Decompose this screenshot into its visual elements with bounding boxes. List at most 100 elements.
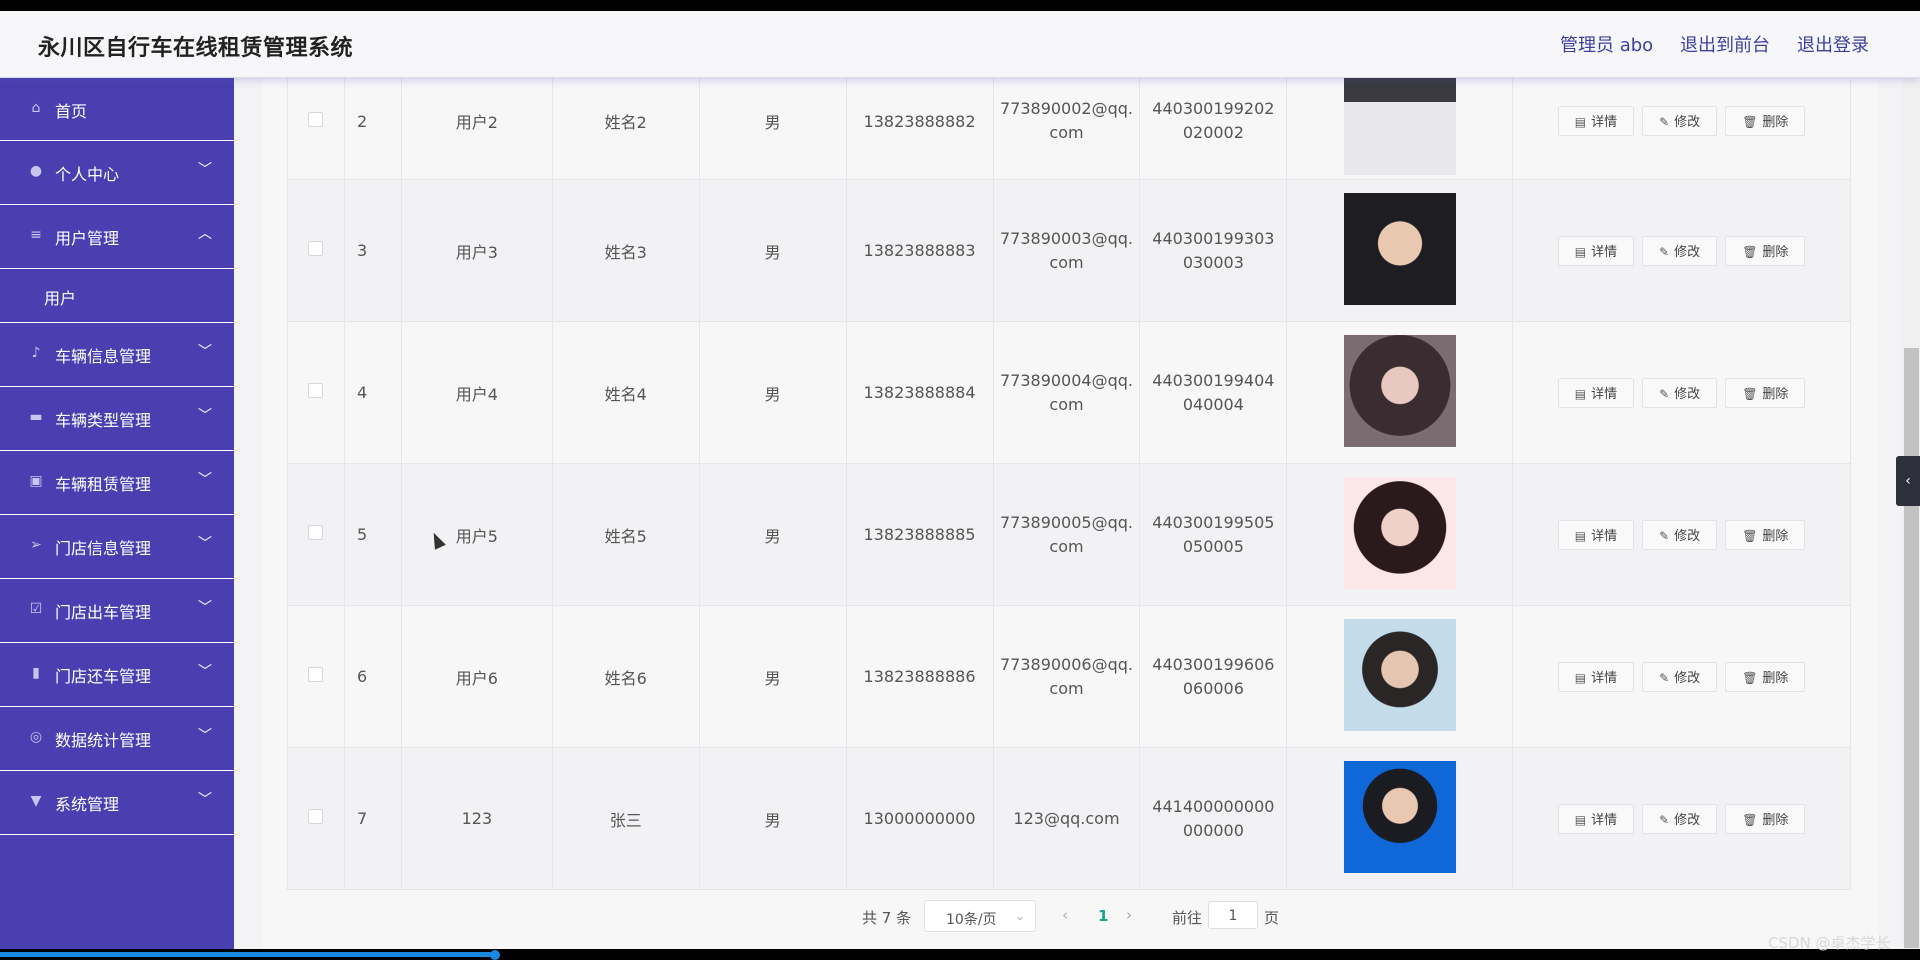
detail-button[interactable]: ▤ 详情 (1557, 106, 1635, 136)
edit-button[interactable]: ✎ 修改 (1642, 803, 1718, 834)
edit-button[interactable]: ✎ 修改 (1642, 661, 1718, 692)
user-photo[interactable] (1343, 476, 1456, 589)
page-suffix: 页 (1264, 909, 1280, 927)
detail-button[interactable]: ▤ 详情 (1557, 377, 1635, 408)
mic-icon: ♪ (31, 345, 41, 361)
row-checkbox[interactable] (308, 111, 324, 127)
detail-button[interactable]: ▤ 详情 (1557, 519, 1635, 550)
trash-icon: 🗑 (1742, 115, 1758, 129)
sidebar-item-label: 系统管理 (55, 795, 120, 814)
user-photo[interactable] (1343, 760, 1456, 873)
sidebar-menu: ⌂ 首页 ● 个人中心 ﹀ ≡ 用户管理 ︿ 用户 ♪ 车辆信息管理 ﹀ ▬ 车辆类型管理 ﹀ ▣ 车辆租赁管理… (0, 78, 234, 949)
settings-icon: ▼ (30, 793, 42, 809)
pencil-icon: ✎ (1659, 528, 1670, 543)
chevron-down-icon: ﹀ (198, 344, 212, 360)
video-progress[interactable] (0, 952, 495, 957)
user-photo[interactable] (1343, 192, 1456, 305)
cell-name: 姓名6 (551, 605, 700, 748)
current-page[interactable]: 1 (1098, 907, 1108, 925)
scrollbar-thumb[interactable] (1904, 348, 1919, 948)
row-number: 7 (343, 747, 402, 890)
goto-page-input[interactable]: 1 (1208, 901, 1258, 929)
row-checkbox[interactable] (308, 383, 324, 398)
cell-photo (1286, 321, 1514, 464)
delete-button[interactable]: 🗑 删除 (1725, 106, 1806, 136)
cell-name: 姓名4 (551, 321, 700, 464)
delete-button[interactable]: 🗑 删除 (1725, 235, 1806, 266)
prev-page-icon[interactable]: ‹ (1062, 906, 1068, 924)
sidebar-subitem-0[interactable]: 用户 (0, 269, 234, 323)
document-icon: ▤ (1574, 812, 1587, 827)
detail-button[interactable]: ▤ 详情 (1557, 235, 1635, 266)
page-size-select[interactable]: 10条/页 ⌄ (924, 900, 1036, 932)
edit-button[interactable]: ✎ 修改 (1642, 519, 1718, 550)
sidebar-item-label: 车辆类型管理 (55, 411, 152, 430)
logout-link[interactable]: 退出登录 (1797, 31, 1869, 57)
delete-button[interactable]: 🗑 删除 (1725, 803, 1806, 834)
detail-label: 详情 (1591, 812, 1618, 828)
document-icon: ▤ (1574, 386, 1587, 401)
user-photo[interactable] (1343, 334, 1456, 447)
row-checkbox[interactable] (308, 241, 324, 256)
sidebar-item-1[interactable]: ● 个人中心 ﹀ (0, 141, 234, 205)
top-header: 永川区自行车在线租赁管理系统 管理员 abo 退出到前台 退出登录 (0, 11, 1920, 78)
cell-gender: 男 (698, 179, 847, 322)
row-checkbox[interactable] (308, 667, 324, 682)
delete-button[interactable]: 🗑 删除 (1725, 661, 1806, 692)
user-photo[interactable] (1343, 618, 1456, 731)
user-photo[interactable] (1343, 63, 1456, 175)
cell-name: 姓名2 (551, 62, 700, 180)
edit-button[interactable]: ✎ 修改 (1642, 377, 1718, 408)
sidebar-item-0[interactable]: ⌂ 首页 (0, 78, 234, 141)
cell-email: 123@qq.com (992, 747, 1141, 890)
sidebar-item-7[interactable]: ☑ 门店出车管理 ﹀ (0, 579, 234, 643)
collapse-panel-icon[interactable]: ‹ (1896, 456, 1920, 506)
chevron-down-icon: ﹀ (198, 536, 212, 552)
row-number: 2 (343, 62, 402, 180)
row-checkbox-cell (287, 463, 345, 606)
cell-phone: 13000000000 (845, 747, 994, 890)
chevron-down-icon: ﹀ (198, 600, 212, 616)
cell-account: 用户2 (400, 62, 553, 180)
edit-button[interactable]: ✎ 修改 (1642, 235, 1718, 266)
cell-phone: 13823888886 (845, 605, 994, 748)
trash-icon: 🗑 (1742, 244, 1758, 259)
video-progress-handle[interactable] (490, 950, 500, 960)
delete-button[interactable]: 🗑 删除 (1725, 519, 1806, 550)
delete-label: 删除 (1762, 386, 1789, 402)
table-row: 5 用户5 姓名5 男 13823888885 773890005@qq.com 44030… (287, 463, 1851, 606)
detail-button[interactable]: ▤ 详情 (1557, 803, 1635, 834)
trash-icon: 🗑 (1742, 670, 1758, 685)
sidebar-item-8[interactable]: ▮ 门店还车管理 ﹀ (0, 643, 234, 707)
admin-user-link[interactable]: 管理员 abo (1560, 31, 1653, 57)
next-page-icon[interactable]: › (1126, 906, 1132, 924)
edit-button[interactable]: ✎ 修改 (1642, 106, 1718, 136)
home-icon: ⌂ (31, 100, 41, 116)
screen-frame: 永川区自行车在线租赁管理系统 管理员 abo 退出到前台 退出登录 ⌂ 首页 ● 个人… (0, 0, 1920, 960)
cell-photo (1286, 605, 1514, 748)
sidebar-item-5[interactable]: ▣ 车辆租赁管理 ﹀ (0, 451, 234, 515)
cell-account: 用户4 (400, 321, 553, 464)
sidebar-item-6[interactable]: ➢ 门店信息管理 ﹀ (0, 515, 234, 579)
edit-label: 修改 (1674, 386, 1701, 402)
delete-label: 删除 (1762, 528, 1789, 544)
delete-label: 删除 (1762, 812, 1789, 828)
sidebar-item-10[interactable]: ▼ 系统管理 ﹀ (0, 771, 234, 835)
row-checkbox[interactable] (308, 809, 324, 824)
row-checkbox-cell (287, 605, 345, 748)
row-checkbox-cell (287, 62, 345, 180)
row-checkbox[interactable] (308, 525, 324, 540)
chart-icon: ◎ (29, 729, 43, 745)
row-number: 3 (343, 179, 402, 322)
sidebar-item-3[interactable]: ♪ 车辆信息管理 ﹀ (0, 323, 234, 387)
detail-button[interactable]: ▤ 详情 (1557, 661, 1635, 692)
row-number: 5 (343, 463, 402, 606)
sidebar-item-2[interactable]: ≡ 用户管理 ︿ (0, 205, 234, 269)
exit-to-front-link[interactable]: 退出到前台 (1680, 31, 1770, 57)
cell-actions: ▤ 详情 ✎ 修改 🗑 删除 (1512, 605, 1851, 748)
delete-button[interactable]: 🗑 删除 (1725, 377, 1806, 408)
pagination-total: 共 7 条 (862, 909, 912, 927)
page-size-value: 10条/页 (946, 912, 997, 928)
sidebar-item-4[interactable]: ▬ 车辆类型管理 ﹀ (0, 387, 234, 451)
sidebar-item-9[interactable]: ◎ 数据统计管理 ﹀ (0, 707, 234, 771)
